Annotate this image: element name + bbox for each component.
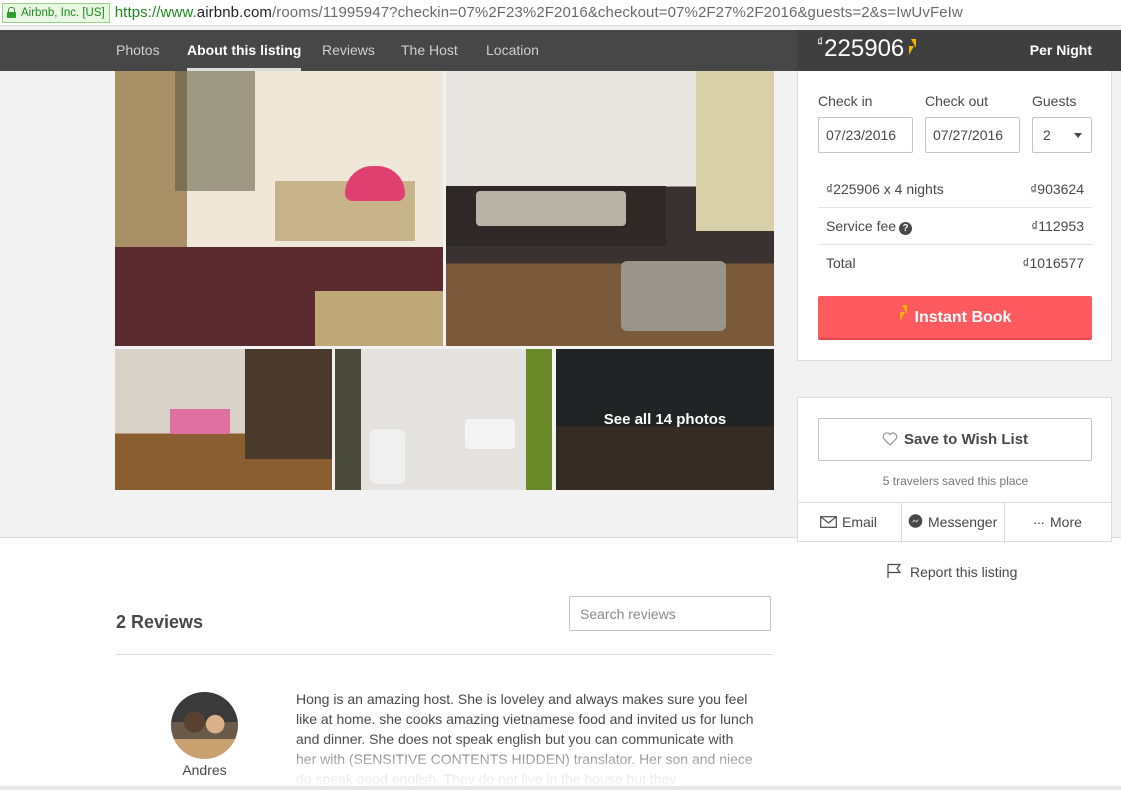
wishlist-panel: Save to Wish List 5 travelers saved this… xyxy=(797,397,1113,543)
bed-shape xyxy=(170,409,230,434)
ellipsis-icon: ··· xyxy=(1033,514,1045,530)
heart-pillow-shape xyxy=(345,166,405,201)
url-scheme: https://www. xyxy=(114,4,197,21)
listing-subnav: Photos About this listing Reviews The Ho… xyxy=(0,30,797,71)
toilet-shape xyxy=(370,429,405,484)
share-divider xyxy=(901,503,902,543)
listing-photo-bedroom[interactable] xyxy=(115,71,443,346)
heart-icon xyxy=(882,432,898,446)
messenger-icon xyxy=(908,514,923,528)
share-bar: Email Messenger ··· More xyxy=(798,502,1113,543)
nav-photos[interactable]: Photos xyxy=(116,30,160,71)
checkin-input[interactable]: 07/23/2016 xyxy=(818,117,913,153)
listing-photo-bathroom[interactable] xyxy=(335,349,552,490)
total-label: Total xyxy=(826,255,856,271)
service-fee-value: ₫112953 xyxy=(1031,218,1084,234)
wardrobe-shape xyxy=(245,349,332,459)
cushions-shape xyxy=(476,191,626,226)
guests-label: Guests xyxy=(1032,93,1077,109)
nav-location[interactable]: Location xyxy=(486,30,539,71)
flag-icon xyxy=(887,563,902,578)
share-email-label: Email xyxy=(842,514,878,530)
site-identity-badge[interactable]: Airbnb, Inc. [US] xyxy=(2,2,110,23)
lightning-bolt-icon xyxy=(899,305,907,321)
nav-the-host[interactable]: The Host xyxy=(401,30,458,71)
instant-book-button[interactable]: Instant Book xyxy=(818,296,1092,340)
total-row: Total ₫1016577 xyxy=(818,245,1092,282)
currency-symbol: ₫ xyxy=(817,35,824,49)
instant-book-bolt-icon xyxy=(908,39,917,55)
reviews-title: 2 Reviews xyxy=(116,612,204,632)
see-all-photos-tile[interactable]: See all 14 photos xyxy=(556,349,774,490)
site-identity-label: Airbnb, Inc. [US] xyxy=(21,6,105,19)
nightly-price: ₫225906 xyxy=(817,35,917,63)
save-to-wishlist-button[interactable]: Save to Wish List xyxy=(818,418,1092,461)
nightly-total-label: ₫225906 x 4 nights xyxy=(826,181,944,197)
listing-photo-hallway[interactable] xyxy=(115,349,332,490)
price-period: Per Night xyxy=(1029,42,1092,58)
checkout-input[interactable]: 07/27/2016 xyxy=(925,117,1020,153)
share-messenger-label: Messenger xyxy=(928,514,998,530)
nav-about-this-listing[interactable]: About this listing xyxy=(187,30,302,71)
nightly-total-row: ₫225906 x 4 nights ₫903624 xyxy=(818,171,1092,208)
url-text[interactable]: https://www.airbnb.com/rooms/11995947?ch… xyxy=(115,4,963,21)
reviewer-avatar[interactable] xyxy=(171,692,238,759)
service-fee-label: Service fee xyxy=(826,218,897,234)
url-path: /rooms/11995947?checkin=07%2F23%2F2016&c… xyxy=(272,4,963,21)
booking-panel: Check in Check out Guests 07/23/2016 07/… xyxy=(797,71,1112,361)
saved-count-text: 5 travelers saved this place xyxy=(882,474,1029,488)
url-domain: airbnb.com xyxy=(196,4,272,21)
share-messenger-button[interactable]: Messenger xyxy=(908,503,997,543)
service-fee-row: Service fee? ₫112953 xyxy=(818,208,1092,245)
see-all-photos-label: See all 14 photos xyxy=(603,411,727,428)
share-more-label: More xyxy=(1050,514,1082,530)
help-icon[interactable]: ? xyxy=(899,222,913,235)
report-listing-label: Report this listing xyxy=(910,564,1018,580)
save-to-wishlist-label: Save to Wish List xyxy=(903,431,1029,448)
share-email-button[interactable]: Email xyxy=(820,503,877,543)
reviewer-name[interactable]: Andres xyxy=(171,762,238,778)
door-shape xyxy=(696,71,774,231)
total-value: ₫1016577 xyxy=(1022,255,1084,271)
checkin-label: Check in xyxy=(818,93,873,109)
review-fade-overlay xyxy=(290,740,770,790)
share-more-button[interactable]: ··· More xyxy=(1033,503,1082,543)
nav-reviews[interactable]: Reviews xyxy=(322,30,375,71)
rug-shape xyxy=(315,291,443,346)
checkout-label: Check out xyxy=(925,93,989,109)
ottoman-shape xyxy=(621,261,726,331)
price-header: ₫225906 Per Night xyxy=(797,30,1121,71)
nightly-total-value: ₫903624 xyxy=(1030,181,1084,197)
address-bar[interactable]: Airbnb, Inc. [US] https://www.airbnb.com… xyxy=(0,0,1121,26)
window-curtain-shape xyxy=(175,71,255,191)
search-reviews-input[interactable] xyxy=(569,596,771,631)
guests-select[interactable]: 2 xyxy=(1032,117,1092,153)
envelope-icon xyxy=(820,516,837,528)
share-divider xyxy=(1004,503,1005,543)
window-bottom-edge xyxy=(0,786,1121,790)
chevron-down-icon xyxy=(1074,133,1082,138)
report-listing-link[interactable]: Report this listing xyxy=(886,563,1017,580)
instant-book-label: Instant Book xyxy=(914,309,1012,326)
lock-icon xyxy=(7,7,16,18)
reviews-divider xyxy=(116,654,773,655)
sink-shape xyxy=(465,419,515,449)
guests-value: 2 xyxy=(1043,127,1051,143)
price-amount: 225906 xyxy=(824,35,905,62)
listing-photo-living-room[interactable] xyxy=(446,71,774,346)
